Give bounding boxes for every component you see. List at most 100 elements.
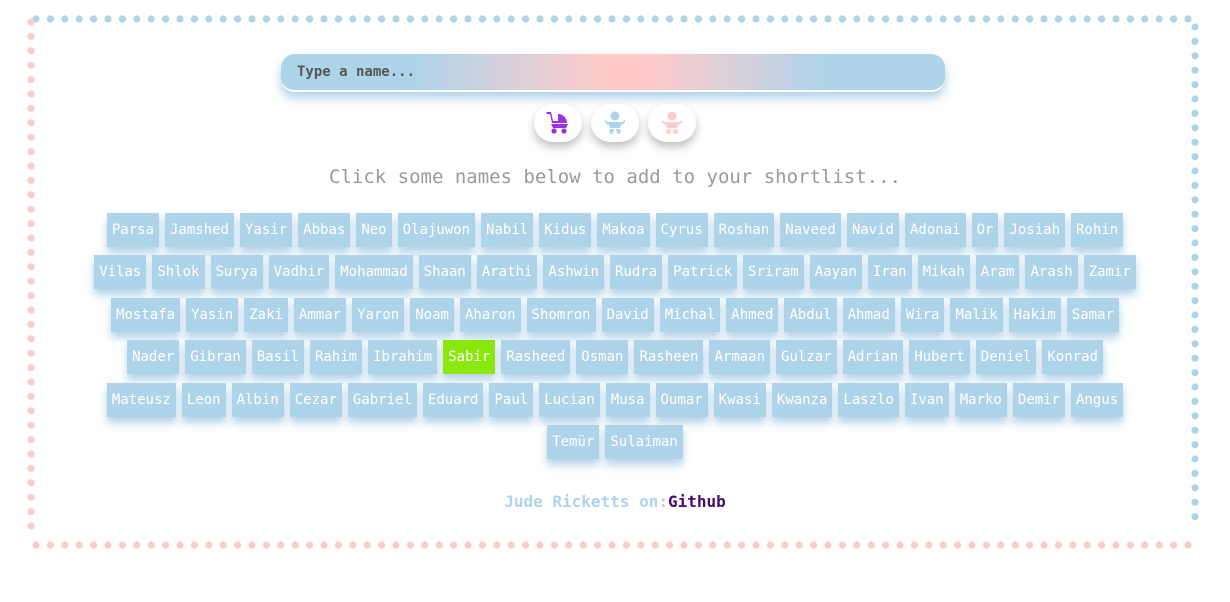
name-chip[interactable]: Hubert [909, 340, 970, 375]
name-chip[interactable]: Yaron [352, 297, 405, 332]
name-chip[interactable]: Yasir [240, 213, 293, 247]
filter-all-button[interactable] [534, 104, 582, 142]
name-chip[interactable]: Eduard [422, 382, 484, 417]
name-chip[interactable]: Ashwin [543, 255, 604, 290]
name-chip[interactable]: Wira [900, 297, 945, 332]
name-chip[interactable]: Arathi [476, 255, 538, 290]
name-chip[interactable]: Mostafa [111, 297, 181, 332]
name-chip-selected[interactable]: Sabir [443, 340, 496, 375]
filter-girl-button[interactable] [648, 104, 696, 142]
name-chip[interactable]: Zamir [1083, 255, 1136, 290]
frame-dot [27, 248, 35, 256]
name-chip[interactable]: Jamshed [164, 213, 234, 247]
name-chip[interactable]: Malik [950, 297, 1003, 332]
frame-dot [32, 15, 40, 23]
name-chip[interactable]: Paul [489, 382, 534, 417]
name-chip[interactable]: David [601, 297, 654, 332]
name-chip[interactable]: Mateusz [106, 382, 176, 417]
name-chip[interactable]: Adonai [904, 213, 966, 247]
name-chip[interactable]: Abbas [298, 213, 351, 247]
name-chip[interactable]: Marko [954, 382, 1007, 417]
name-chip[interactable]: Samar [1066, 297, 1119, 332]
name-chip[interactable]: Sriram [743, 255, 804, 290]
name-chip[interactable]: Ahmed [726, 297, 779, 332]
name-chip[interactable]: Osman [576, 340, 629, 375]
name-chip[interactable]: Nader [127, 340, 180, 375]
name-chip[interactable]: Cezar [289, 382, 342, 417]
name-chip[interactable]: Gibran [185, 340, 246, 375]
name-chip[interactable]: Musa [605, 382, 650, 417]
name-chip[interactable]: Michal [659, 297, 721, 332]
name-chip[interactable]: Gulzar [776, 340, 837, 375]
name-chip[interactable]: Armaan [709, 340, 771, 375]
name-chip[interactable]: Kidus [539, 213, 592, 247]
name-chip[interactable]: Kwasi [713, 382, 766, 417]
name-chip[interactable]: Parsa [106, 213, 159, 247]
name-chip[interactable]: Lucian [539, 382, 600, 417]
name-chip[interactable]: Rasheed [501, 340, 571, 375]
name-chip[interactable]: Gabriel [347, 382, 417, 417]
name-chip[interactable]: Neo [356, 213, 392, 247]
name-chip[interactable]: Or [971, 213, 999, 247]
name-chip[interactable]: Mikah [917, 255, 970, 290]
name-chip[interactable]: Kwanza [771, 382, 833, 417]
name-chip[interactable]: Ibrahim [368, 340, 438, 375]
name-chip[interactable]: Angus [1071, 382, 1124, 417]
name-chip[interactable]: Demir [1012, 382, 1065, 417]
name-chip[interactable]: Shaan [418, 255, 471, 290]
name-chip[interactable]: Vadhir [268, 255, 330, 290]
name-chip[interactable]: Sulaiman [605, 424, 683, 459]
name-chip[interactable]: Konrad [1042, 340, 1103, 375]
name-chip[interactable]: Temür [547, 424, 600, 459]
frame-dot [291, 541, 299, 549]
name-chip[interactable]: Rohin [1071, 213, 1124, 247]
name-chip[interactable]: Cyrus [655, 213, 708, 247]
name-chip[interactable]: Ahmad [842, 297, 895, 332]
name-chip[interactable]: Rasheen [634, 340, 704, 375]
name-chip[interactable]: Deniel [975, 340, 1037, 375]
name-chip[interactable]: Shlok [152, 255, 205, 290]
name-chip[interactable]: Albin [231, 382, 284, 417]
name-chip[interactable]: Zaki [244, 297, 288, 332]
name-chip[interactable]: Adrian [842, 340, 904, 375]
name-search-input[interactable] [281, 54, 945, 92]
name-chip[interactable]: Vilas [94, 255, 147, 290]
frame-dot [637, 541, 645, 549]
name-chip[interactable]: Olajuwon [397, 213, 476, 247]
name-chip[interactable]: Roshan [713, 213, 775, 247]
name-chip[interactable]: Ivan [904, 382, 949, 417]
name-chip[interactable]: Oumar [655, 382, 708, 417]
name-chip[interactable]: Navid [846, 213, 899, 247]
name-chip[interactable]: Makoa [597, 213, 650, 247]
name-chip[interactable]: Basil [251, 340, 304, 375]
name-chip[interactable]: Aayan [809, 255, 862, 290]
name-chip[interactable]: Aharon [459, 297, 521, 332]
frame-dot [968, 541, 976, 549]
name-chip[interactable]: Arash [1025, 255, 1078, 290]
name-chip[interactable]: Josiah [1004, 213, 1065, 247]
frame-dot [205, 541, 213, 549]
filter-boy-button[interactable] [591, 104, 639, 142]
name-chip[interactable]: Iran [867, 255, 912, 290]
name-chip[interactable]: Mohammad [335, 255, 413, 290]
name-chip[interactable]: Rudra [609, 255, 663, 290]
name-chip[interactable]: Surya [210, 255, 263, 290]
name-chip[interactable]: Rahim [309, 340, 363, 375]
name-chip[interactable]: Yasin [186, 297, 239, 332]
name-chip[interactable]: Noam [410, 297, 454, 332]
frame-dot [90, 541, 98, 549]
search-bar [281, 54, 945, 94]
name-chip[interactable]: Abdul [784, 297, 837, 332]
name-chip[interactable]: Patrick [668, 255, 738, 290]
name-chip[interactable]: Laszlo [838, 382, 899, 417]
baby-boy-icon [605, 111, 625, 134]
name-chip[interactable]: Hakim [1008, 297, 1061, 332]
name-chip[interactable]: Leon [181, 382, 226, 417]
github-link[interactable]: Github [668, 492, 726, 511]
name-chip[interactable]: Shomron [526, 297, 596, 332]
name-chip[interactable]: Aram [975, 255, 1020, 290]
frame-dot [190, 541, 198, 549]
name-chip[interactable]: Nabil [481, 213, 534, 247]
name-chip[interactable]: Ammar [293, 297, 347, 332]
name-chip[interactable]: Naveed [780, 213, 841, 247]
